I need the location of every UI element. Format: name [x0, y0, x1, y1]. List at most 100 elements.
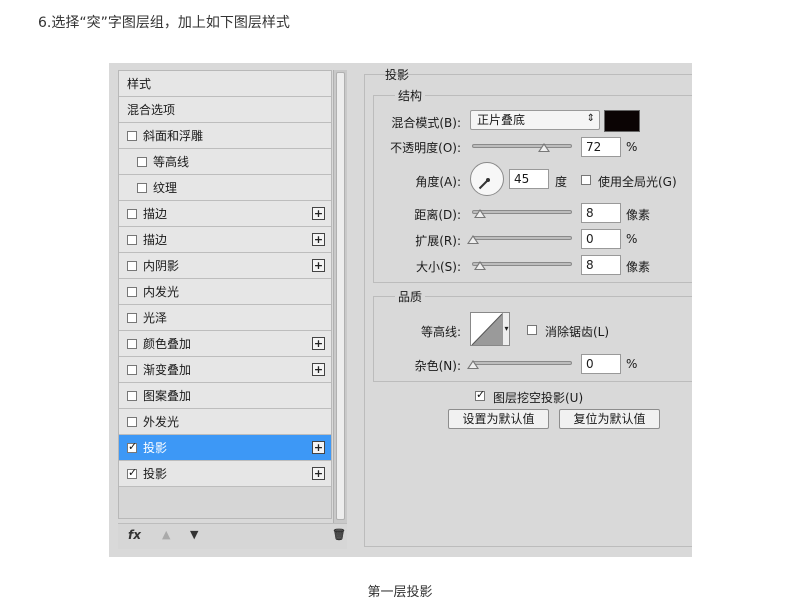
style-item-checkbox[interactable] [127, 416, 137, 427]
style-item-label: 渐变叠加 [143, 363, 192, 377]
noise-slider-handle[interactable] [467, 360, 479, 369]
blend-mode-value: 正片叠底 [477, 113, 526, 127]
scrollbar-thumb[interactable] [336, 72, 345, 520]
style-item-checkbox[interactable] [127, 234, 137, 245]
opacity-slider-handle[interactable] [538, 143, 550, 152]
add-style-plus-icon[interactable]: + [312, 441, 325, 454]
size-label: 大小(S): [415, 260, 461, 274]
style-item[interactable]: 颜色叠加 + [119, 331, 331, 357]
style-item[interactable]: 图案叠加 [119, 383, 331, 409]
style-item[interactable]: 描边 + [119, 227, 331, 253]
style-item-label: 等高线 [153, 155, 190, 169]
style-item-checkbox[interactable] [127, 390, 137, 401]
style-item[interactable]: 斜面和浮雕 [119, 123, 331, 149]
reset-default-button[interactable]: 复位为默认值 [559, 409, 660, 429]
contour-picker[interactable]: ▾ [470, 312, 510, 346]
style-item-label: 投影 [143, 441, 168, 455]
style-item-label: 描边 [143, 233, 168, 247]
contour-preview-icon [471, 313, 503, 345]
spread-slider[interactable] [472, 236, 572, 240]
add-style-plus-icon[interactable]: + [312, 467, 325, 480]
spread-unit: % [626, 232, 638, 246]
style-item-checkbox[interactable] [127, 260, 137, 271]
styles-header-label: 样式 [127, 77, 152, 91]
style-item-checkbox[interactable] [127, 286, 137, 297]
style-item-label: 光泽 [143, 311, 168, 325]
distance-label: 距离(D): [414, 208, 461, 222]
angle-label: 角度(A): [415, 175, 461, 189]
blend-options-label: 混合选项 [127, 103, 176, 117]
knockout-checkbox[interactable] [475, 388, 485, 401]
opacity-slider[interactable] [472, 144, 572, 148]
distance-input[interactable]: 8 [581, 203, 621, 223]
style-item-label: 图案叠加 [143, 389, 192, 403]
styles-bottom-bar: fx ▲ ▼ 🗑 [118, 523, 347, 549]
style-item[interactable]: 纹理 [119, 175, 331, 201]
distance-slider[interactable] [472, 210, 572, 214]
layer-style-dialog: 样式 混合选项 斜面和浮雕 等高线 纹理 描边 + 描边 + 内阴影 + 内发光 光泽 颜色叠加 + 渐变… [109, 63, 692, 557]
style-item[interactable]: 光泽 [119, 305, 331, 331]
anti-alias-checkbox[interactable] [527, 325, 537, 335]
blend-mode-select[interactable]: 正片叠底 ⇕ [470, 110, 600, 130]
style-item-checkbox[interactable] [127, 466, 137, 479]
style-item[interactable]: 内阴影 + [119, 253, 331, 279]
style-item-checkbox[interactable] [127, 130, 137, 141]
structure-title: 结构 [395, 87, 426, 104]
trash-icon[interactable]: 🗑 [332, 528, 346, 541]
size-input[interactable]: 8 [581, 255, 621, 275]
shadow-color-swatch[interactable] [604, 110, 640, 132]
style-item-checkbox[interactable] [127, 440, 137, 453]
make-default-button[interactable]: 设置为默认值 [448, 409, 549, 429]
style-item-label: 描边 [143, 207, 168, 221]
style-item-checkbox[interactable] [137, 182, 147, 193]
styles-header[interactable]: 样式 [119, 71, 331, 97]
angle-input[interactable]: 45 [509, 169, 549, 189]
style-item-checkbox[interactable] [127, 312, 137, 323]
size-slider-handle[interactable] [474, 261, 486, 270]
style-item-label: 颜色叠加 [143, 337, 192, 351]
style-item[interactable]: 描边 + [119, 201, 331, 227]
noise-label: 杂色(N): [414, 359, 461, 373]
distance-slider-handle[interactable] [474, 209, 486, 218]
style-item-label: 内发光 [143, 285, 180, 299]
spread-slider-handle[interactable] [467, 235, 479, 244]
fx-menu-button[interactable]: fx [128, 528, 141, 542]
global-light-checkbox[interactable] [581, 175, 591, 185]
contour-dropdown-icon[interactable]: ▾ [502, 313, 509, 345]
opacity-label: 不透明度(O): [390, 141, 461, 155]
move-down-icon[interactable]: ▼ [190, 528, 198, 541]
noise-input[interactable]: 0 [581, 354, 621, 374]
move-up-icon[interactable]: ▲ [162, 528, 170, 541]
style-item[interactable]: 投影 + [119, 461, 331, 487]
style-item-label: 投影 [143, 467, 168, 481]
style-item[interactable]: 内发光 [119, 279, 331, 305]
spread-input[interactable]: 0 [581, 229, 621, 249]
blend-mode-label: 混合模式(B): [391, 116, 461, 130]
style-item[interactable]: 投影 + [119, 435, 331, 461]
size-unit: 像素 [626, 260, 651, 274]
style-item-checkbox[interactable] [137, 156, 147, 167]
styles-list-panel: 样式 混合选项 斜面和浮雕 等高线 纹理 描边 + 描边 + 内阴影 + 内发光 光泽 颜色叠加 + 渐变… [118, 70, 332, 519]
add-style-plus-icon[interactable]: + [312, 363, 325, 376]
noise-slider[interactable] [472, 361, 572, 365]
distance-unit: 像素 [626, 208, 651, 222]
style-item[interactable]: 渐变叠加 + [119, 357, 331, 383]
add-style-plus-icon[interactable]: + [312, 207, 325, 220]
add-style-plus-icon[interactable]: + [312, 337, 325, 350]
style-item-checkbox[interactable] [127, 364, 137, 375]
style-item[interactable]: 等高线 [119, 149, 331, 175]
style-item[interactable]: 外发光 [119, 409, 331, 435]
styles-scrollbar[interactable] [333, 70, 347, 526]
angle-dial[interactable] [470, 162, 504, 196]
figure-caption: 第一层投影 [367, 585, 433, 600]
style-item-checkbox[interactable] [127, 208, 137, 219]
style-item-checkbox[interactable] [127, 338, 137, 349]
style-item-label: 斜面和浮雕 [143, 129, 204, 143]
add-style-plus-icon[interactable]: + [312, 259, 325, 272]
opacity-input[interactable]: 72 [581, 137, 621, 157]
opacity-unit: % [626, 140, 638, 154]
blend-options-item[interactable]: 混合选项 [119, 97, 331, 123]
add-style-plus-icon[interactable]: + [312, 233, 325, 246]
size-slider[interactable] [472, 262, 572, 266]
angle-dial-center [486, 178, 490, 182]
